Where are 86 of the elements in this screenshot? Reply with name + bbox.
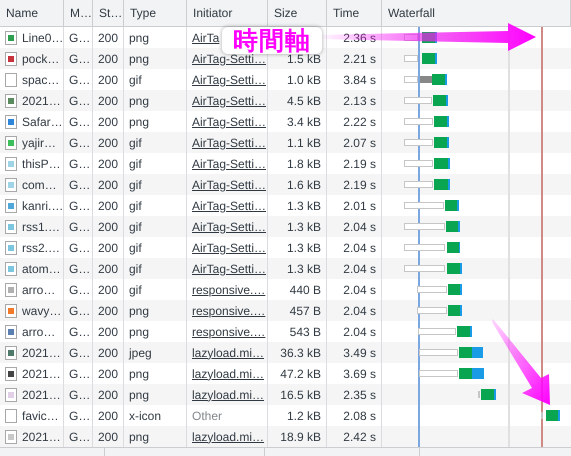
file-name[interactable]: yajir…	[22, 136, 56, 150]
initiator-link[interactable]: lazyload.mi…	[192, 430, 264, 444]
annotation-label: 時間軸	[222, 27, 322, 54]
file-icon	[5, 94, 17, 108]
initiator-link[interactable]: AirTag-Setti…	[192, 240, 266, 254]
timing-bar	[404, 158, 450, 169]
column-header[interactable]: Size	[268, 0, 327, 26]
timing-bar	[404, 137, 449, 148]
file-name[interactable]: spac…	[22, 72, 60, 86]
initiator-link[interactable]: lazyload.mi…	[192, 366, 264, 380]
initiator-link[interactable]: AirTag-Setti…	[192, 198, 266, 212]
file-name[interactable]: Line0…	[22, 30, 63, 44]
timing-bar	[541, 410, 560, 421]
timing-bar	[404, 95, 448, 106]
file-name[interactable]: arro…	[22, 324, 56, 338]
file-icon	[5, 30, 17, 44]
file-name[interactable]: rss2.…	[22, 240, 60, 254]
initiator-link[interactable]: AirTag-Setti…	[192, 156, 266, 170]
file-name[interactable]: Safar…	[22, 114, 63, 128]
file-name[interactable]: kanri.…	[22, 198, 63, 212]
file-icon	[5, 178, 17, 192]
timing-bar	[419, 368, 484, 379]
column-header[interactable]: St…	[93, 0, 124, 26]
timing-bar	[404, 179, 450, 190]
initiator-link[interactable]: AirTag-Setti…	[192, 94, 266, 108]
initiator-link[interactable]: AirTag-Setti…	[192, 262, 266, 276]
initiator-link[interactable]: responsive.…	[192, 282, 266, 296]
initiator-link[interactable]: responsive.…	[192, 304, 266, 318]
timing-bar	[417, 305, 462, 316]
timing-bar	[404, 116, 449, 127]
initiator-link[interactable]: responsive.…	[192, 324, 266, 338]
file-name[interactable]: thisP…	[22, 156, 61, 170]
file-name[interactable]: pock…	[22, 52, 60, 66]
file-icon	[5, 282, 17, 296]
file-icon	[5, 220, 17, 234]
timing-bar	[419, 347, 483, 358]
file-icon	[5, 72, 17, 86]
file-name[interactable]: rss1.…	[22, 220, 60, 234]
file-name[interactable]: 2021…	[22, 94, 61, 108]
column-header[interactable]: Name	[0, 0, 64, 26]
initiator-link[interactable]: AirTag-Setti…	[192, 136, 266, 150]
initiator-text: Other	[192, 408, 222, 422]
timing-bar	[404, 53, 437, 64]
timing-bar	[418, 326, 472, 337]
file-name[interactable]: com…	[22, 178, 57, 192]
file-icon	[5, 304, 17, 318]
timing-bar	[404, 200, 459, 211]
column-header[interactable]: Time	[327, 0, 382, 26]
timing-bar	[404, 74, 447, 85]
file-icon	[5, 240, 17, 254]
column-header[interactable]: Type	[124, 0, 187, 26]
file-icon	[5, 388, 17, 402]
timing-bar	[404, 263, 462, 274]
initiator-link[interactable]: AirTag-Setti…	[192, 114, 266, 128]
file-name[interactable]: 2021…	[22, 430, 61, 444]
initiator-link[interactable]: AirTag-Setti…	[192, 52, 266, 66]
file-icon	[5, 198, 17, 212]
timing-bar	[478, 389, 496, 400]
timing-bar	[417, 284, 462, 295]
file-name[interactable]: atom…	[22, 262, 61, 276]
file-name[interactable]: 2021…	[22, 388, 61, 402]
timing-bar	[404, 221, 460, 232]
file-name[interactable]: 2021…	[22, 366, 61, 380]
file-icon	[5, 346, 17, 360]
initiator-link[interactable]: AirTag-Setti…	[192, 220, 266, 234]
file-icon	[5, 408, 17, 422]
file-icon	[5, 156, 17, 170]
timing-bar	[404, 242, 460, 253]
file-icon	[5, 52, 17, 66]
initiator-link[interactable]: AirTag-Setti…	[192, 178, 266, 192]
file-icon	[5, 262, 17, 276]
file-name[interactable]: arro…	[22, 282, 56, 296]
file-name[interactable]: 2021…	[22, 346, 61, 360]
file-icon	[5, 430, 17, 444]
column-header[interactable]: M…	[64, 0, 93, 26]
file-icon	[5, 114, 17, 128]
file-icon	[5, 366, 17, 380]
file-icon	[5, 136, 17, 150]
file-icon	[5, 324, 17, 338]
file-name[interactable]: favic…	[22, 408, 59, 422]
initiator-link[interactable]: lazyload.mi…	[192, 388, 264, 402]
column-header[interactable]: Initiator	[187, 0, 268, 26]
initiator-link[interactable]: AirTa	[192, 30, 220, 44]
initiator-link[interactable]: AirTag-Setti…	[192, 72, 266, 86]
initiator-link[interactable]: lazyload.mi…	[192, 346, 264, 360]
file-name[interactable]: wavy…	[22, 304, 62, 318]
